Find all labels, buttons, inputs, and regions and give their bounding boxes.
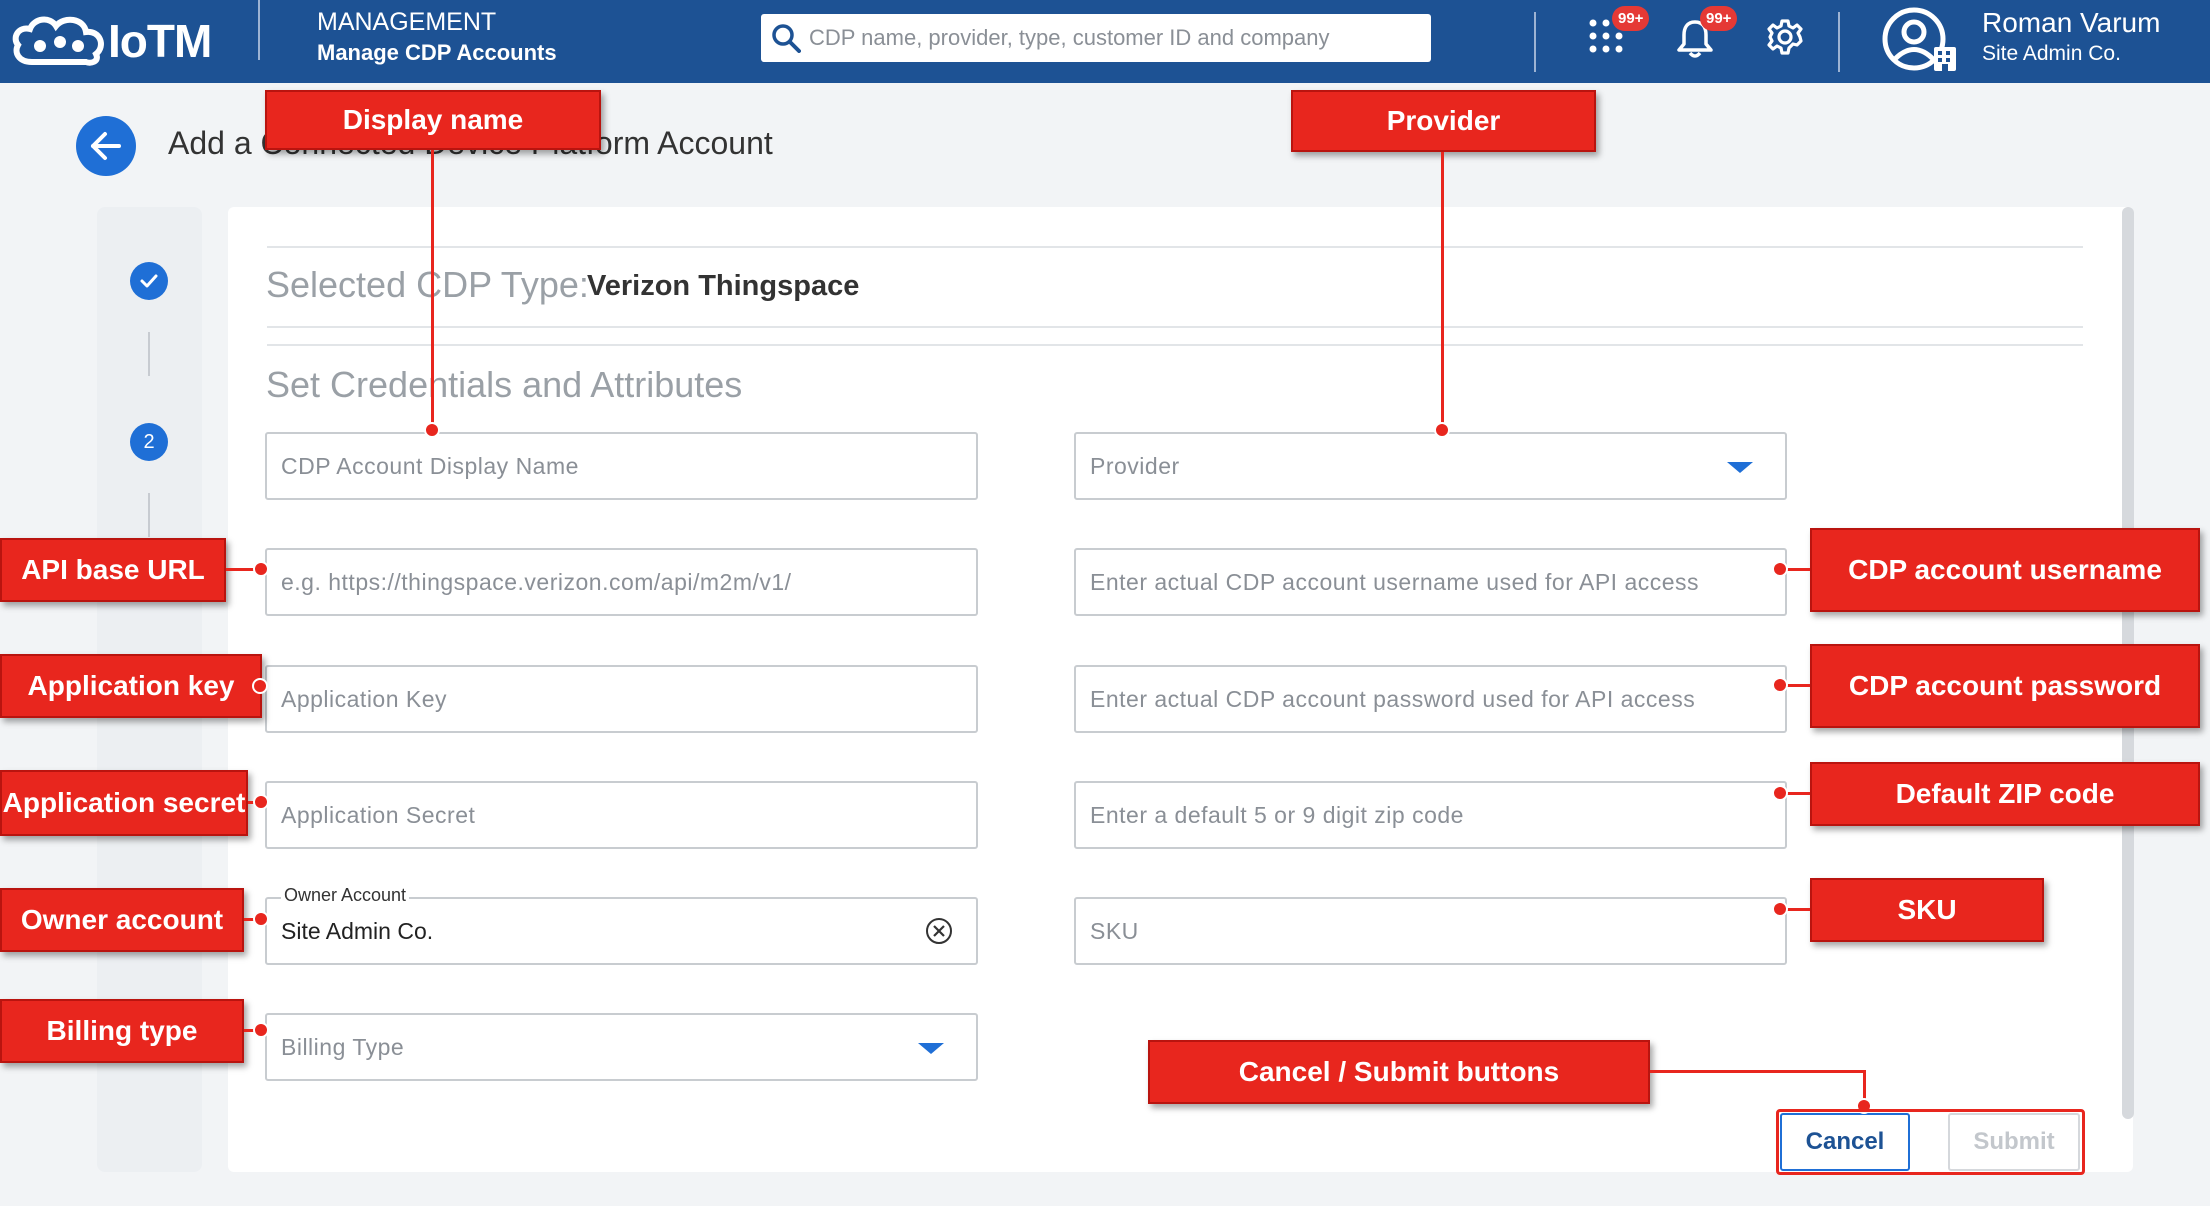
apps-badge: 99+ xyxy=(1612,6,1650,31)
callout-connector xyxy=(1786,684,1810,687)
callout-connector xyxy=(1786,792,1810,795)
callout-dot xyxy=(1772,901,1788,917)
cdp-username-input[interactable] xyxy=(1090,550,1770,614)
application-secret-input[interactable] xyxy=(281,783,961,847)
application-key-field[interactable] xyxy=(265,665,978,733)
callout-dot xyxy=(253,911,269,927)
user-name[interactable]: Roman Varum xyxy=(1982,7,2160,39)
callout-connector xyxy=(431,150,434,430)
callout-dot xyxy=(253,561,269,577)
callout-default-zip: Default ZIP code xyxy=(1810,762,2200,826)
provider-placeholder: Provider xyxy=(1090,453,1180,479)
callout-cdp-password: CDP account password xyxy=(1810,644,2200,728)
section-title: MANAGEMENT xyxy=(317,8,497,36)
step-1-completed[interactable] xyxy=(130,262,168,300)
owner-account-label: Owner Account xyxy=(281,885,410,906)
app-logo[interactable]: IoTM xyxy=(10,8,212,74)
callout-api-base-url: API base URL xyxy=(0,538,226,602)
cdp-password-input[interactable] xyxy=(1090,667,1770,731)
top-bar: IoTM MANAGEMENT Manage CDP Accounts 99+ … xyxy=(0,0,2210,83)
zip-code-field[interactable] xyxy=(1074,781,1787,849)
check-icon xyxy=(140,274,158,288)
zip-code-input[interactable] xyxy=(1090,783,1770,847)
callout-cancel-submit: Cancel / Submit buttons xyxy=(1148,1040,1650,1104)
step-connector xyxy=(148,493,150,537)
application-key-input[interactable] xyxy=(281,667,961,731)
arrow-left-icon xyxy=(91,132,121,160)
display-name-field[interactable] xyxy=(265,432,978,500)
api-base-url-field[interactable] xyxy=(265,548,978,616)
sku-field[interactable] xyxy=(1074,897,1787,965)
chevron-down-icon xyxy=(918,1043,944,1054)
divider xyxy=(1838,12,1840,72)
selected-type-value: Verizon Thingspace xyxy=(587,270,860,302)
callout-connector xyxy=(1650,1070,1866,1073)
search-icon xyxy=(772,24,801,53)
logo-text: IoTM xyxy=(108,15,212,67)
divider xyxy=(258,0,260,60)
step-2-current[interactable]: 2 xyxy=(130,423,168,461)
callout-sku: SKU xyxy=(1810,878,2044,942)
callout-connector xyxy=(1786,908,1810,911)
callout-cdp-username: CDP account username xyxy=(1810,528,2200,612)
owner-account-field[interactable]: Owner Account Site Admin Co. xyxy=(265,885,978,965)
buttons-highlight xyxy=(1776,1109,2085,1175)
cdp-username-field[interactable] xyxy=(1074,548,1787,616)
clear-icon[interactable] xyxy=(924,916,954,946)
api-base-url-input[interactable] xyxy=(281,550,961,614)
divider xyxy=(1534,12,1536,72)
callout-provider: Provider xyxy=(1291,90,1596,152)
section-heading: Set Credentials and Attributes xyxy=(266,364,743,405)
chevron-down-icon xyxy=(1727,462,1753,473)
callout-application-key: Application key xyxy=(0,654,262,718)
back-button[interactable] xyxy=(76,116,136,176)
display-name-input[interactable] xyxy=(281,434,961,498)
callout-owner-account: Owner account xyxy=(0,888,244,952)
sku-input[interactable] xyxy=(1090,899,1770,963)
notifications-button[interactable]: 99+ xyxy=(1676,6,1738,62)
callout-dot xyxy=(1434,422,1450,438)
settings-button[interactable] xyxy=(1766,18,1810,62)
apps-button[interactable]: 99+ xyxy=(1588,6,1650,62)
callout-billing-type: Billing type xyxy=(0,999,244,1063)
divider xyxy=(267,344,2083,346)
owner-account-value: Site Admin Co. xyxy=(281,918,434,944)
selected-type-label: Selected CDP Type: xyxy=(266,264,589,305)
global-search[interactable] xyxy=(761,14,1431,62)
callout-dot xyxy=(1772,785,1788,801)
callout-connector xyxy=(226,568,256,571)
callout-dot xyxy=(424,422,440,438)
user-circle-icon xyxy=(1882,7,1956,71)
callout-dot xyxy=(253,794,269,810)
callout-dot xyxy=(253,1022,269,1038)
search-input[interactable] xyxy=(809,14,1419,62)
cdp-password-field[interactable] xyxy=(1074,665,1787,733)
user-avatar[interactable] xyxy=(1880,5,1960,77)
callout-dot xyxy=(1772,561,1788,577)
divider xyxy=(267,246,2083,248)
application-secret-field[interactable] xyxy=(265,781,978,849)
divider xyxy=(267,326,2083,328)
callout-dot xyxy=(1772,677,1788,693)
step-connector xyxy=(148,332,150,376)
billing-type-dropdown[interactable]: Billing Type xyxy=(265,1013,978,1081)
provider-dropdown[interactable]: Provider xyxy=(1074,432,1787,500)
notifications-badge: 99+ xyxy=(1700,6,1738,31)
callout-application-secret: Application secret xyxy=(0,770,248,836)
user-organization: Site Admin Co. xyxy=(1982,42,2121,65)
section-subtitle: Manage CDP Accounts xyxy=(317,40,557,65)
billing-type-placeholder: Billing Type xyxy=(281,1034,405,1060)
callout-connector xyxy=(1441,152,1444,428)
callout-connector xyxy=(1786,568,1810,571)
cloud-logo-icon xyxy=(12,16,104,66)
gear-icon xyxy=(1767,19,1803,55)
callout-dot xyxy=(252,678,268,694)
callout-display-name: Display name xyxy=(265,90,601,150)
